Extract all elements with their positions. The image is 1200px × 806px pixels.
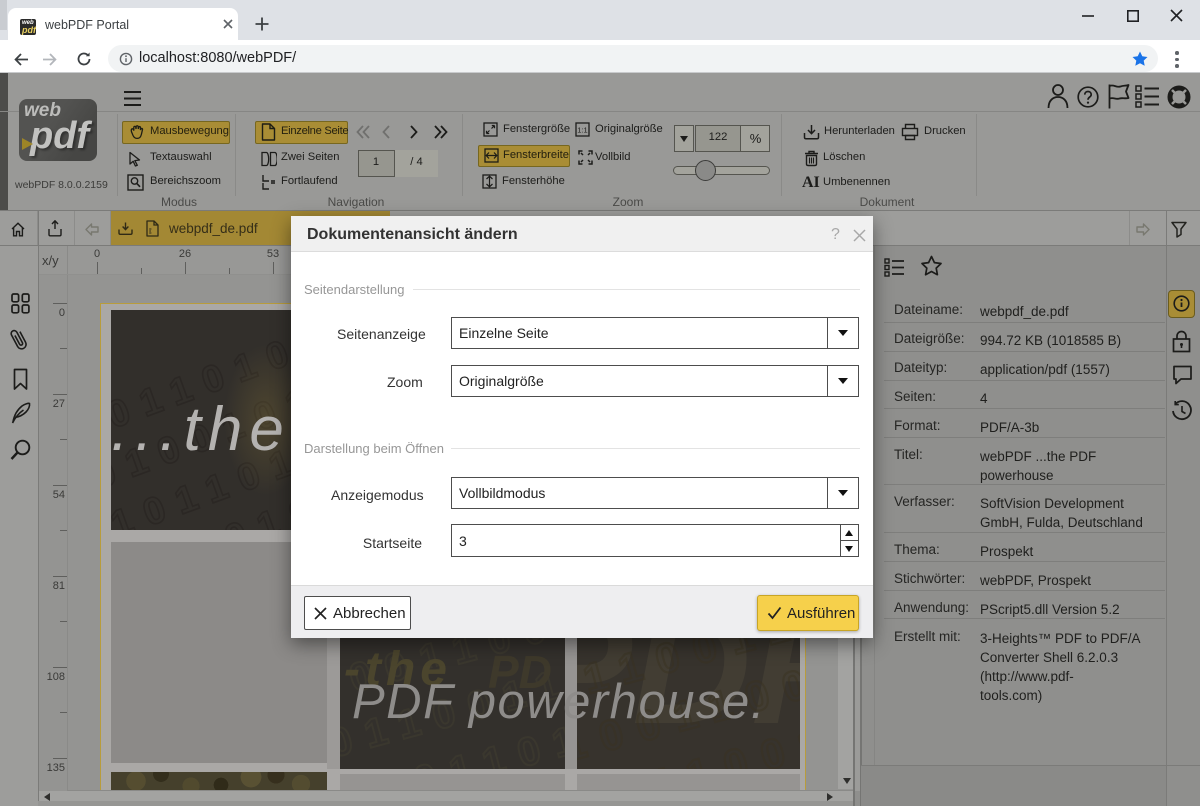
svg-text:1:1: 1:1	[577, 125, 587, 134]
